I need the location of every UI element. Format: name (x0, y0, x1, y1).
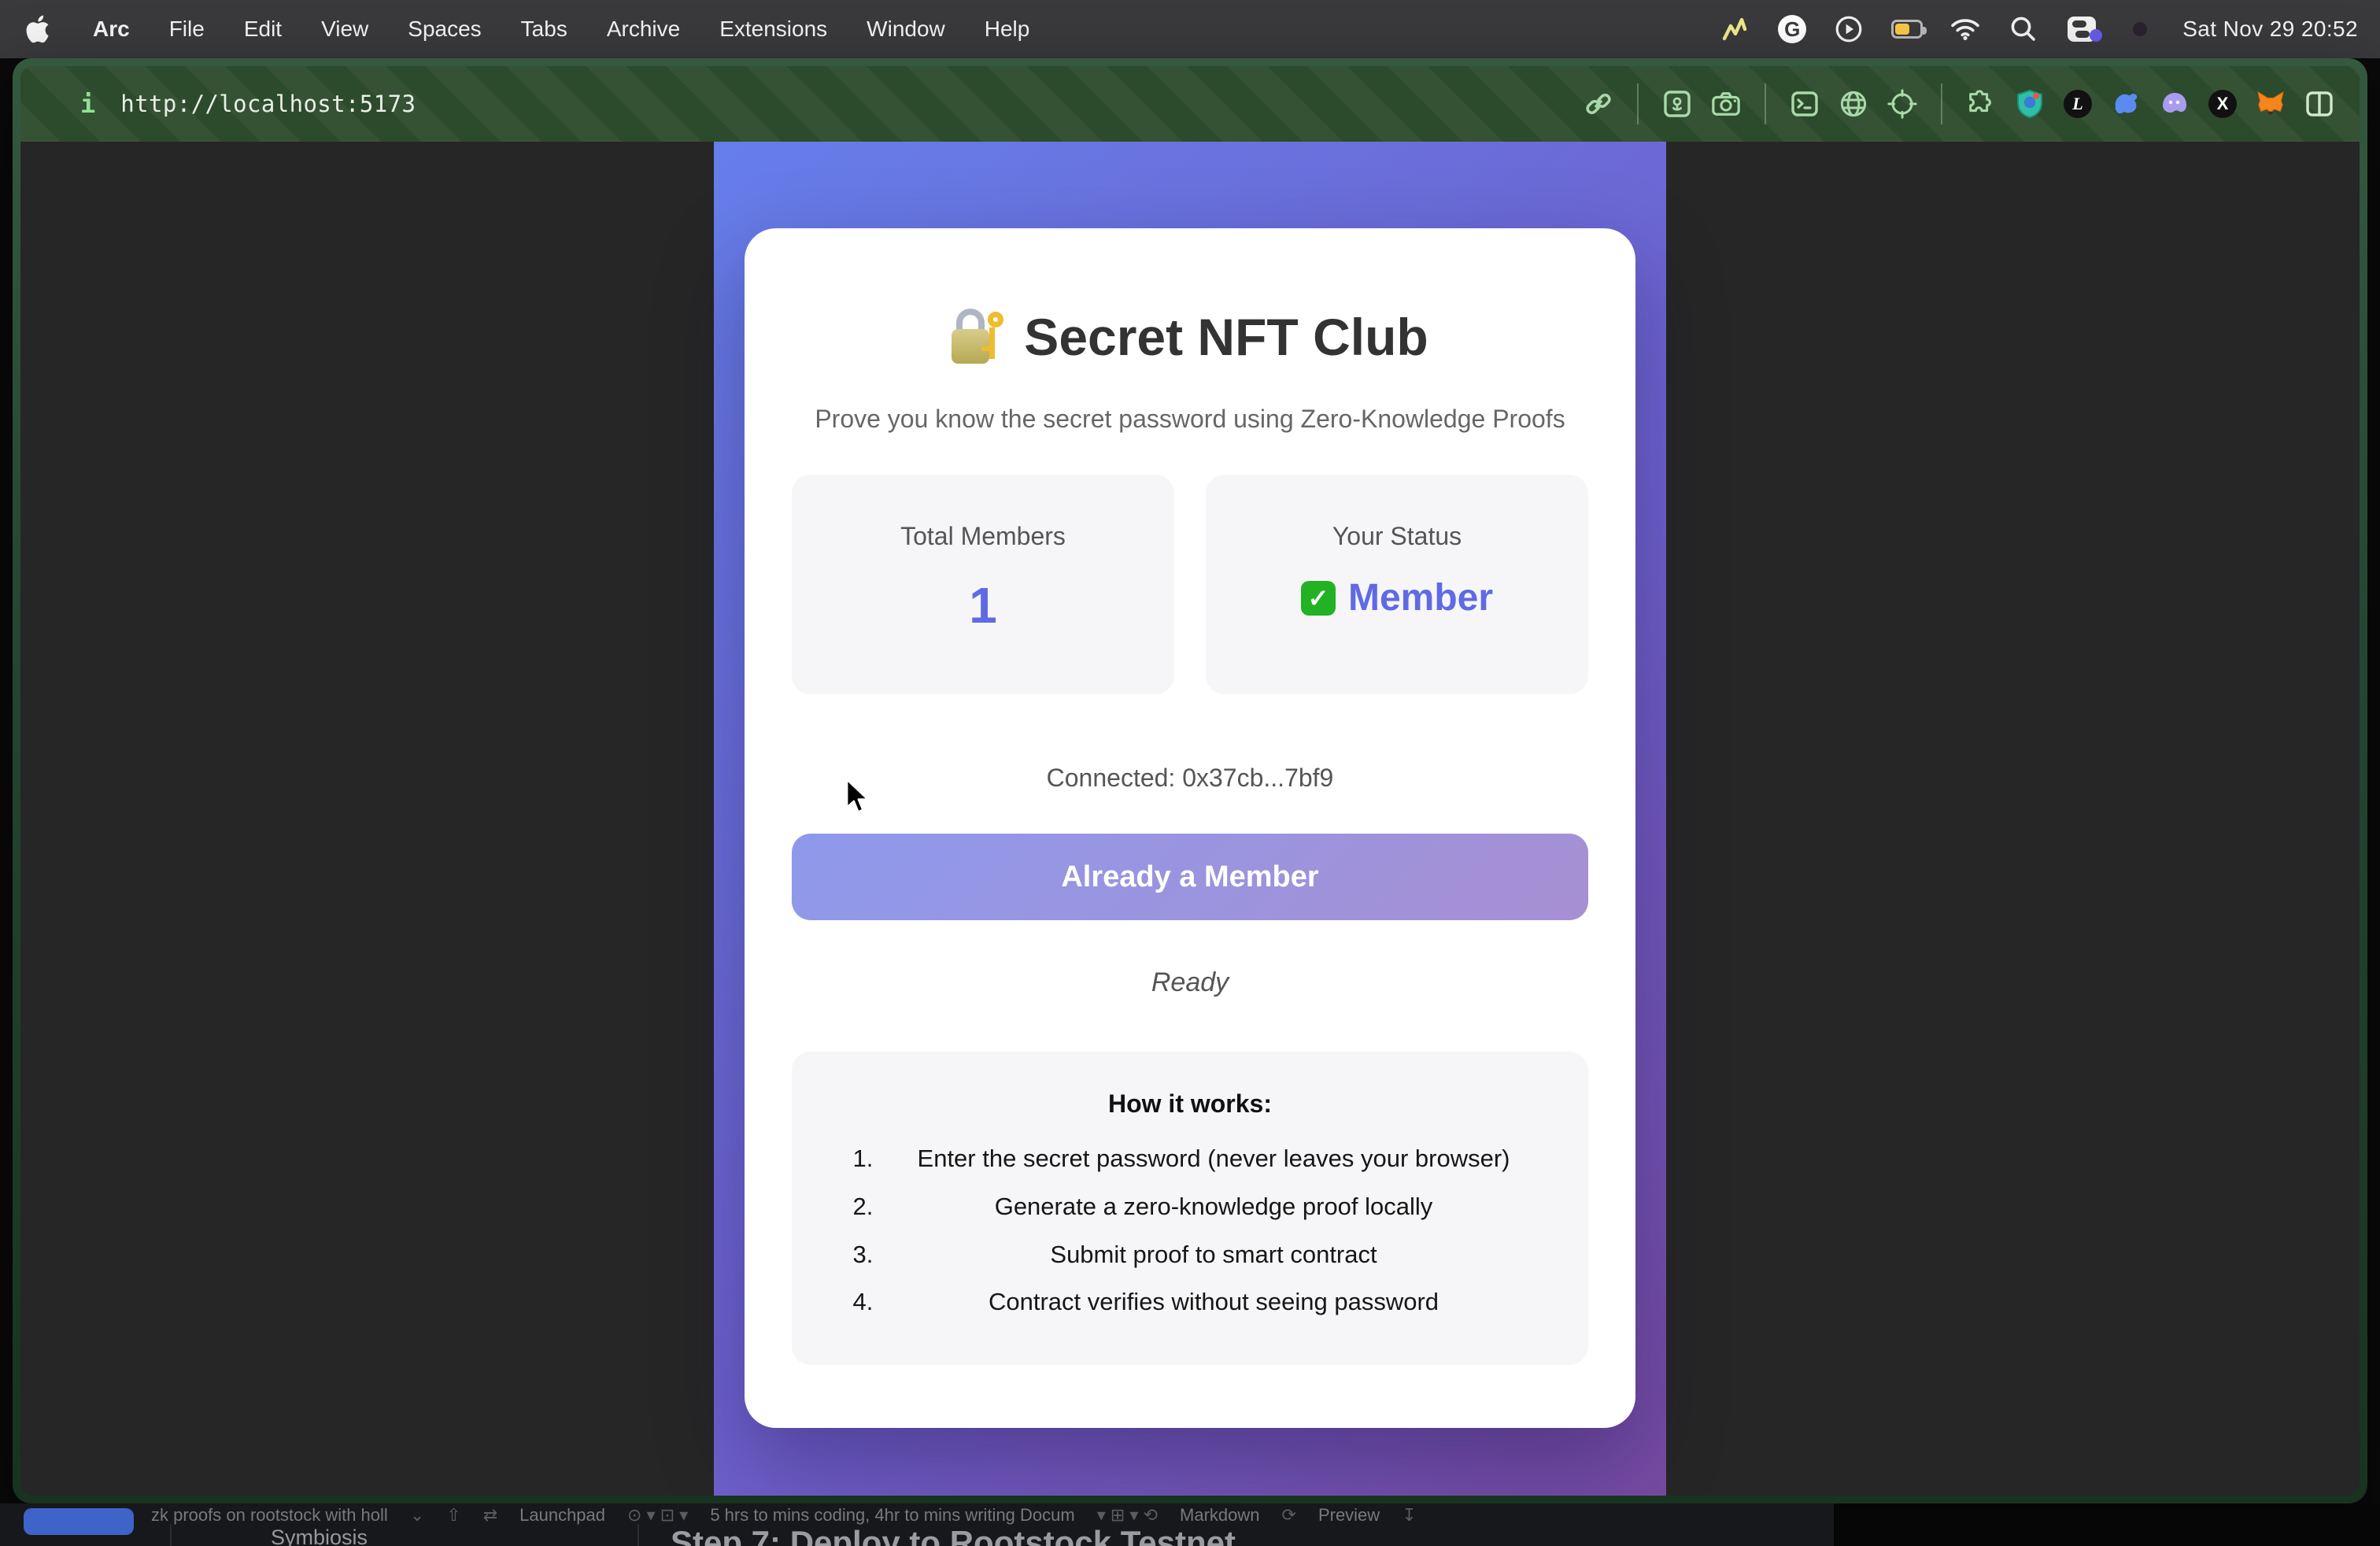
how-step: Submit proof to smart contract (880, 1240, 1547, 1270)
stocks-icon[interactable] (1720, 15, 1751, 43)
target-icon[interactable] (1887, 89, 1917, 119)
stat-label: Your Status (1218, 522, 1576, 551)
already-a-member-button[interactable]: Already a Member (792, 834, 1588, 920)
screen: Arc File Edit View Spaces Tabs Archive E… (0, 0, 2380, 1546)
menu-item-window[interactable]: Window (867, 17, 945, 42)
background-sidebar-item[interactable]: Symbiosis (271, 1526, 368, 1546)
member-status-value: ✓ Member (1218, 576, 1576, 620)
apple-logo-icon[interactable] (22, 15, 54, 43)
your-status-box: Your Status ✓ Member (1206, 475, 1588, 694)
url-text[interactable]: http://localhost:5173 (120, 91, 416, 117)
menu-app-name[interactable]: Arc (93, 17, 130, 42)
background-crumb-launchpad[interactable]: Launchpad (519, 1505, 605, 1526)
menu-item-archive[interactable]: Archive (607, 17, 680, 42)
site-info-icon[interactable]: i (80, 89, 95, 119)
play-icon[interactable] (1833, 15, 1864, 43)
toolbar-divider (1637, 83, 1639, 124)
puzzle-icon[interactable] (1966, 89, 1996, 119)
pane-divider (170, 1524, 172, 1546)
phantom-icon[interactable] (2160, 89, 2190, 119)
grammarly-icon[interactable]: G (1778, 15, 1806, 43)
color-ring-icon[interactable] (2124, 15, 2156, 43)
menu-bar-clock[interactable]: Sat Nov 29 20:52 (2182, 17, 2358, 42)
mouse-cursor (845, 778, 872, 816)
how-step: Enter the secret password (never leaves … (880, 1144, 1547, 1174)
background-doc-heading: Step 7: Deploy to Rootstock Testnet (671, 1524, 1236, 1546)
how-it-works-box: How it works: Enter the secret password … (792, 1052, 1588, 1365)
globe-icon[interactable] (1839, 89, 1868, 119)
menu-item-tabs[interactable]: Tabs (521, 17, 567, 42)
total-members-box: Total Members 1 (792, 475, 1174, 694)
page-subtitle: Prove you know the secret password using… (792, 405, 1588, 434)
split-view-icon[interactable] (2304, 89, 2334, 119)
x-icon[interactable]: X (2208, 90, 2237, 118)
metamask-icon[interactable] (2256, 89, 2286, 119)
arc-browser-window: i http://localhost:5173 (13, 58, 2367, 1503)
macos-menu-bar: Arc File Edit View Spaces Tabs Archive E… (0, 0, 2380, 58)
check-mark-icon: ✓ (1301, 581, 1336, 616)
menu-item-view[interactable]: View (321, 17, 368, 42)
stat-label: Total Members (804, 522, 1162, 551)
photo-icon[interactable] (1662, 89, 1692, 119)
how-step: Contract verifies without seeing passwor… (880, 1287, 1547, 1318)
background-preview-label[interactable]: Preview (1318, 1505, 1380, 1526)
menu-item-spaces[interactable]: Spaces (408, 17, 481, 42)
spotlight-icon[interactable] (2008, 15, 2039, 43)
menu-item-extensions[interactable]: Extensions (719, 17, 827, 42)
lock-with-key-icon (952, 309, 1005, 365)
page-gradient-background: Secret NFT Club Prove you know the secre… (714, 142, 1666, 1496)
background-markdown-label[interactable]: Markdown (1180, 1505, 1259, 1526)
browser-viewport: Secret NFT Club Prove you know the secre… (20, 142, 2360, 1496)
script-l-icon[interactable]: L (2064, 90, 2092, 118)
link-icon[interactable] (1584, 89, 1613, 119)
status-text: Ready (792, 967, 1588, 998)
background-window-strip: zk proofs on rootstock with holl ⌄⇧⇄ Lau… (0, 1503, 2380, 1546)
pane-divider (638, 1524, 639, 1546)
page-title: Secret NFT Club (792, 307, 1588, 367)
shield-icon[interactable] (2015, 89, 2045, 119)
wifi-icon[interactable] (1949, 15, 1981, 43)
browser-toolbar: i http://localhost:5173 (20, 66, 2360, 142)
toolbar-divider (1765, 83, 1766, 124)
background-doc-title[interactable]: 5 hrs to mins coding, 4hr to mins writin… (710, 1505, 1074, 1526)
stats-row: Total Members 1 Your Status ✓ Member (792, 475, 1588, 694)
total-members-value: 1 (804, 576, 1162, 634)
toolbar-divider (1941, 83, 1942, 124)
menu-item-file[interactable]: File (169, 17, 205, 42)
control-center-icon[interactable] (2066, 15, 2097, 43)
camera-icon[interactable] (1711, 89, 1741, 119)
battery-icon[interactable] (1891, 15, 1923, 43)
menu-item-edit[interactable]: Edit (244, 17, 282, 42)
connected-address: Connected: 0x37cb...7bf9 (792, 764, 1588, 793)
background-app-window: zk proofs on rootstock with holl ⌄⇧⇄ Lau… (0, 1503, 1834, 1546)
secret-nft-club-card: Secret NFT Club Prove you know the secre… (745, 228, 1635, 1428)
how-it-works-title: How it works: (833, 1089, 1547, 1119)
how-step: Generate a zero-knowledge proof locally (880, 1192, 1547, 1222)
address-bar[interactable]: i http://localhost:5173 (80, 89, 416, 119)
how-it-works-list: Enter the secret password (never leaves … (833, 1144, 1547, 1318)
terminal-icon[interactable] (1790, 89, 1820, 119)
menu-item-help[interactable]: Help (985, 17, 1030, 42)
rabby-icon[interactable] (2111, 89, 2141, 119)
background-tab-title[interactable]: zk proofs on rootstock with holl (151, 1505, 388, 1526)
